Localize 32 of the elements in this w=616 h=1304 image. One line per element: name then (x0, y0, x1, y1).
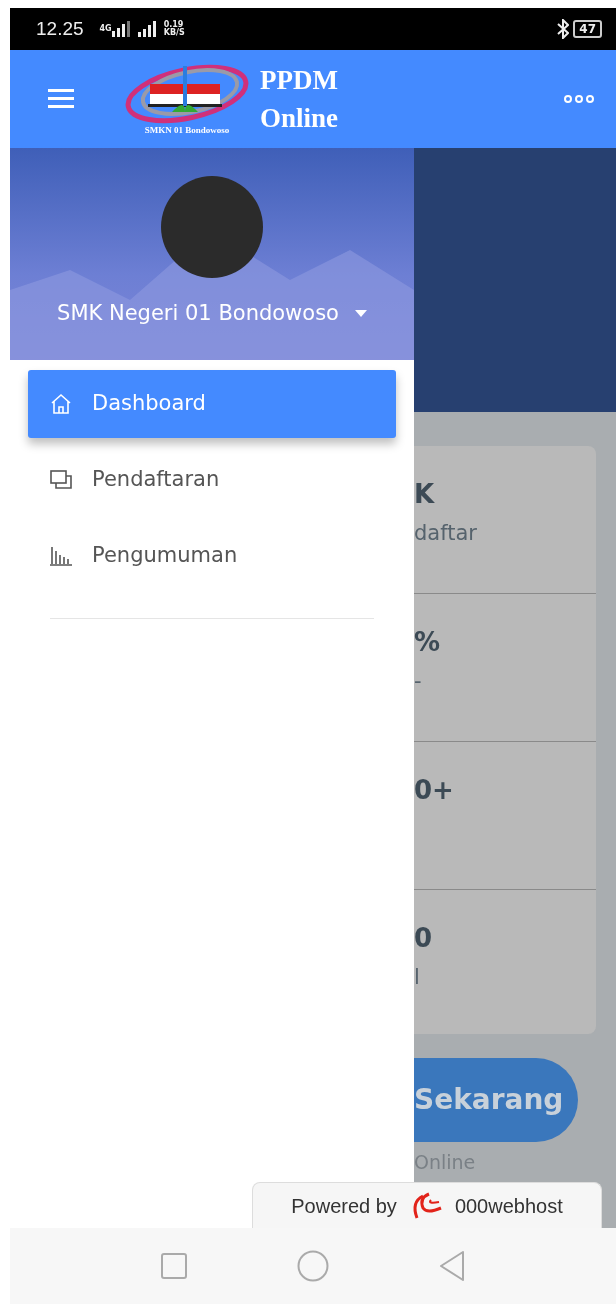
speed-unit: KB/S (163, 29, 185, 37)
battery-icon: 47 (573, 20, 602, 38)
windows-icon (50, 470, 72, 490)
hosting-badge[interactable]: Powered by 000webhost (252, 1182, 602, 1228)
circle-nav-icon[interactable] (297, 1250, 329, 1282)
square-nav-icon[interactable] (161, 1253, 187, 1279)
stat-value: 0 (414, 922, 434, 955)
logo-caption: SMKN 01 Bondowoso (144, 123, 230, 137)
back-nav-icon[interactable] (439, 1251, 465, 1281)
network-type: 4G (99, 25, 112, 33)
bar-chart-icon (50, 546, 72, 566)
caret-icon[interactable] (354, 310, 367, 318)
menu-icon[interactable] (48, 89, 74, 109)
network-speed: 0.19 (163, 21, 185, 29)
stat-value: % (414, 626, 442, 659)
stat-caption: l (414, 964, 421, 991)
status-time: 12.25 (36, 16, 84, 41)
bluetooth-icon (557, 19, 570, 39)
more-options-icon[interactable] (564, 95, 594, 103)
menu-item[interactable]: Pengumuman (28, 522, 396, 590)
home-icon (50, 393, 72, 415)
signal-icon (111, 21, 130, 37)
badge-brand: 000webhost (454, 1193, 563, 1219)
stat-value: 0+ (414, 774, 455, 807)
stat-caption: - (414, 668, 423, 695)
app-title: Online (260, 102, 339, 135)
badge-prefix: Powered by (291, 1193, 397, 1219)
app-title: PPDM (260, 64, 339, 97)
stat-caption: daftar (414, 520, 478, 547)
menu-item[interactable]: Pendaftaran (28, 446, 396, 514)
profile-name: SMK Negeri 01 Bondowoso (57, 300, 339, 327)
stat-value: K (414, 478, 436, 511)
